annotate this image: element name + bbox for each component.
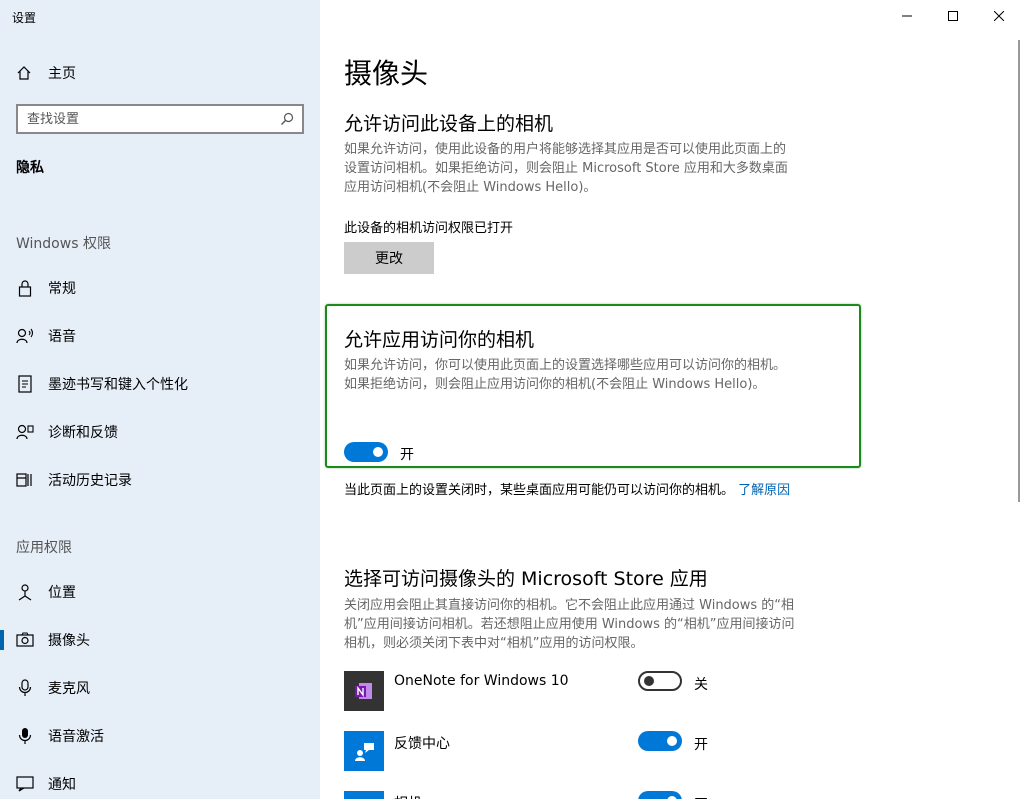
sidebar-item-label: 语音激活 (48, 729, 104, 745)
sidebar-item-label: 摄像头 (48, 633, 90, 649)
sidebar-item-label: 活动历史记录 (48, 473, 132, 489)
home-link[interactable]: 主页 (16, 63, 76, 83)
diagnostics-icon (16, 423, 34, 441)
app-name: OneNote for Windows 10 (394, 673, 569, 689)
camera-icon (16, 631, 34, 649)
sidebar-item-camera[interactable]: 摄像头 (0, 620, 320, 660)
sidebar-item-activity-history[interactable]: 活动历史记录 (0, 460, 320, 500)
sidebar-item-general[interactable]: 常规 (0, 268, 320, 308)
window-controls (884, 0, 1022, 32)
lock-icon (16, 279, 34, 297)
onenote-toggle[interactable] (638, 671, 682, 691)
app-name: 相机 (394, 793, 422, 799)
minimize-button[interactable] (884, 0, 930, 32)
note-text: 当此页面上的设置关闭时，某些桌面应用可能仍可以访问你的相机。 (344, 483, 735, 498)
sidebar-item-label: 墨迹书写和键入个性化 (48, 377, 188, 393)
app-row-onenote: OneNote for Windows 10 (344, 671, 744, 711)
windows-permissions-header: Windows 权限 (16, 236, 111, 252)
sidebar-item-location[interactable]: 位置 (0, 572, 320, 612)
sidebar-item-label: 通知 (48, 777, 76, 793)
sidebar-item-diagnostics[interactable]: 诊断和反馈 (0, 412, 320, 452)
page-title: 摄像头 (344, 57, 429, 90)
search-input[interactable] (27, 111, 280, 127)
camera-app-toggle[interactable] (638, 791, 682, 799)
notification-icon (16, 775, 34, 793)
desktop-apps-note: 当此页面上的设置关闭时，某些桌面应用可能仍可以访问你的相机。 了解原因 (344, 481, 794, 500)
sidebar-item-inking[interactable]: 墨迹书写和键入个性化 (0, 364, 320, 404)
sidebar-item-voice-activation[interactable]: 语音激活 (0, 716, 320, 756)
search-box[interactable] (16, 104, 304, 134)
sidebar-item-speech[interactable]: 语音 (0, 316, 320, 356)
app-name: 反馈中心 (394, 736, 450, 752)
onenote-icon (344, 671, 384, 711)
sidebar-item-label: 位置 (48, 585, 76, 601)
device-access-description: 如果允许访问，使用此设备的用户将能够选择其应用是否可以使用此页面上的设置访问相机… (344, 142, 788, 195)
app-row-feedback-hub: 反馈中心 (344, 731, 744, 771)
app-access-toggle[interactable] (344, 442, 388, 462)
window-title: 设置 (12, 11, 37, 25)
maximize-button[interactable] (930, 0, 976, 32)
app-permissions-header: 应用权限 (16, 540, 72, 556)
feedback-hub-toggle[interactable] (638, 731, 682, 751)
sidebar-item-notifications[interactable]: 通知 (0, 764, 320, 799)
main-content: 摄像头 允许访问此设备上的相机 如果允许访问，使用此设备的用户将能够选择其应用是… (320, 0, 1022, 799)
minimize-icon (902, 15, 912, 17)
microphone-icon (16, 679, 34, 697)
app-row-camera: 相机 (344, 791, 744, 799)
onenote-toggle-label: 关 (694, 677, 708, 693)
device-access-status: 此设备的相机访问权限已打开 (344, 221, 514, 236)
close-button[interactable] (976, 0, 1022, 32)
change-button[interactable]: 更改 (344, 242, 434, 274)
sidebar-item-label: 诊断和反馈 (48, 425, 118, 441)
app-access-description: 如果允许访问，你可以使用此页面上的设置选择哪些应用可以访问你的相机。如果拒绝访问… (344, 358, 787, 392)
maximize-icon (948, 11, 958, 21)
home-icon (17, 66, 31, 80)
app-access-toggle-label: 开 (400, 447, 414, 463)
voice-activation-icon (16, 727, 34, 745)
camera-app-icon (344, 791, 384, 799)
app-access-heading: 允许应用访问你的相机 (344, 329, 535, 351)
speech-icon (16, 327, 34, 345)
feedback-hub-icon (344, 731, 384, 771)
location-icon (16, 583, 34, 601)
home-label: 主页 (48, 66, 76, 82)
search-icon[interactable] (280, 112, 294, 126)
camera-app-toggle-label: 开 (694, 794, 708, 799)
device-access-heading: 允许访问此设备上的相机 (344, 113, 554, 135)
sidebar-item-label: 麦克风 (48, 681, 90, 697)
activity-history-icon (16, 471, 34, 489)
store-apps-description: 关闭应用会阻止其直接访问你的相机。它不会阻止此应用通过 Windows 的“相机… (344, 598, 795, 651)
close-icon (994, 11, 1004, 21)
store-apps-heading: 选择可访问摄像头的 Microsoft Store 应用 (344, 568, 708, 590)
sidebar-item-label: 常规 (48, 281, 76, 297)
current-section-title: 隐私 (16, 160, 44, 176)
scrollbar[interactable] (1018, 40, 1020, 502)
sidebar-item-microphone[interactable]: 麦克风 (0, 668, 320, 708)
sidebar-item-label: 语音 (48, 329, 76, 345)
learn-why-link[interactable]: 了解原因 (738, 483, 790, 498)
sidebar: 设置 主页 隐私 Windows 权限 常规 语音 墨迹书写和键入个性化 诊断和… (0, 0, 320, 799)
inking-icon (16, 375, 34, 393)
feedback-hub-toggle-label: 开 (694, 737, 708, 753)
